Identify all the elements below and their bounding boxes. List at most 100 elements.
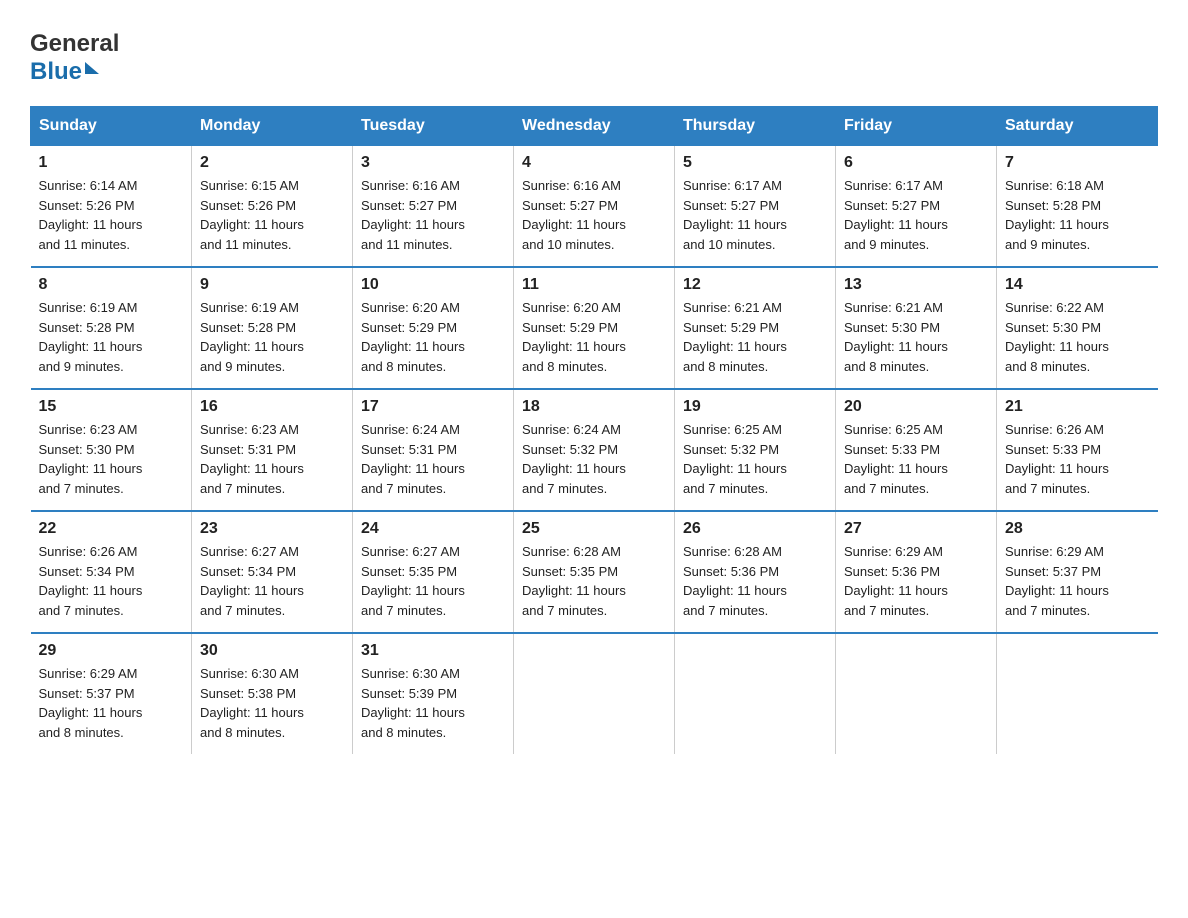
day-number: 9 xyxy=(200,276,344,294)
day-info: Sunrise: 6:16 AM Sunset: 5:27 PM Dayligh… xyxy=(522,176,666,254)
calendar-cell: 17 Sunrise: 6:24 AM Sunset: 5:31 PM Dayl… xyxy=(353,389,514,511)
calendar-cell: 7 Sunrise: 6:18 AM Sunset: 5:28 PM Dayli… xyxy=(997,146,1158,268)
day-number: 20 xyxy=(844,398,988,416)
day-info: Sunrise: 6:16 AM Sunset: 5:27 PM Dayligh… xyxy=(361,176,505,254)
calendar-cell: 29 Sunrise: 6:29 AM Sunset: 5:37 PM Dayl… xyxy=(31,633,192,754)
day-info: Sunrise: 6:26 AM Sunset: 5:33 PM Dayligh… xyxy=(1005,420,1150,498)
day-number: 12 xyxy=(683,276,827,294)
day-info: Sunrise: 6:14 AM Sunset: 5:26 PM Dayligh… xyxy=(39,176,184,254)
calendar-cell: 14 Sunrise: 6:22 AM Sunset: 5:30 PM Dayl… xyxy=(997,267,1158,389)
calendar-cell: 11 Sunrise: 6:20 AM Sunset: 5:29 PM Dayl… xyxy=(514,267,675,389)
page-header: General Blue xyxy=(30,30,1158,86)
logo-general-text: General xyxy=(30,30,119,58)
calendar-cell xyxy=(836,633,997,754)
day-number: 24 xyxy=(361,520,505,538)
calendar-cell: 24 Sunrise: 6:27 AM Sunset: 5:35 PM Dayl… xyxy=(353,511,514,633)
day-number: 25 xyxy=(522,520,666,538)
day-info: Sunrise: 6:19 AM Sunset: 5:28 PM Dayligh… xyxy=(39,298,184,376)
day-number: 15 xyxy=(39,398,184,416)
day-info: Sunrise: 6:23 AM Sunset: 5:30 PM Dayligh… xyxy=(39,420,184,498)
calendar-cell xyxy=(675,633,836,754)
calendar-cell: 30 Sunrise: 6:30 AM Sunset: 5:38 PM Dayl… xyxy=(192,633,353,754)
day-number: 2 xyxy=(200,154,344,172)
day-info: Sunrise: 6:30 AM Sunset: 5:38 PM Dayligh… xyxy=(200,664,344,742)
day-info: Sunrise: 6:29 AM Sunset: 5:36 PM Dayligh… xyxy=(844,542,988,620)
day-info: Sunrise: 6:24 AM Sunset: 5:32 PM Dayligh… xyxy=(522,420,666,498)
calendar-table: Sunday Monday Tuesday Wednesday Thursday… xyxy=(30,106,1158,754)
day-info: Sunrise: 6:20 AM Sunset: 5:29 PM Dayligh… xyxy=(361,298,505,376)
day-number: 19 xyxy=(683,398,827,416)
calendar-cell: 8 Sunrise: 6:19 AM Sunset: 5:28 PM Dayli… xyxy=(31,267,192,389)
calendar-cell: 26 Sunrise: 6:28 AM Sunset: 5:36 PM Dayl… xyxy=(675,511,836,633)
calendar-cell: 9 Sunrise: 6:19 AM Sunset: 5:28 PM Dayli… xyxy=(192,267,353,389)
calendar-cell: 10 Sunrise: 6:20 AM Sunset: 5:29 PM Dayl… xyxy=(353,267,514,389)
col-thursday: Thursday xyxy=(675,107,836,146)
calendar-cell: 4 Sunrise: 6:16 AM Sunset: 5:27 PM Dayli… xyxy=(514,146,675,268)
calendar-cell: 22 Sunrise: 6:26 AM Sunset: 5:34 PM Dayl… xyxy=(31,511,192,633)
day-info: Sunrise: 6:25 AM Sunset: 5:33 PM Dayligh… xyxy=(844,420,988,498)
day-number: 11 xyxy=(522,276,666,294)
day-info: Sunrise: 6:22 AM Sunset: 5:30 PM Dayligh… xyxy=(1005,298,1150,376)
day-info: Sunrise: 6:28 AM Sunset: 5:36 PM Dayligh… xyxy=(683,542,827,620)
calendar-cell: 12 Sunrise: 6:21 AM Sunset: 5:29 PM Dayl… xyxy=(675,267,836,389)
calendar-cell xyxy=(997,633,1158,754)
calendar-cell: 28 Sunrise: 6:29 AM Sunset: 5:37 PM Dayl… xyxy=(997,511,1158,633)
calendar-cell: 16 Sunrise: 6:23 AM Sunset: 5:31 PM Dayl… xyxy=(192,389,353,511)
calendar-cell: 3 Sunrise: 6:16 AM Sunset: 5:27 PM Dayli… xyxy=(353,146,514,268)
day-number: 29 xyxy=(39,642,184,660)
calendar-week-row: 29 Sunrise: 6:29 AM Sunset: 5:37 PM Dayl… xyxy=(31,633,1158,754)
day-info: Sunrise: 6:25 AM Sunset: 5:32 PM Dayligh… xyxy=(683,420,827,498)
day-number: 27 xyxy=(844,520,988,538)
calendar-header-row: Sunday Monday Tuesday Wednesday Thursday… xyxy=(31,107,1158,146)
day-number: 8 xyxy=(39,276,184,294)
day-number: 4 xyxy=(522,154,666,172)
day-info: Sunrise: 6:15 AM Sunset: 5:26 PM Dayligh… xyxy=(200,176,344,254)
day-number: 17 xyxy=(361,398,505,416)
calendar-cell: 27 Sunrise: 6:29 AM Sunset: 5:36 PM Dayl… xyxy=(836,511,997,633)
col-friday: Friday xyxy=(836,107,997,146)
calendar-cell: 18 Sunrise: 6:24 AM Sunset: 5:32 PM Dayl… xyxy=(514,389,675,511)
day-info: Sunrise: 6:28 AM Sunset: 5:35 PM Dayligh… xyxy=(522,542,666,620)
day-number: 18 xyxy=(522,398,666,416)
day-number: 21 xyxy=(1005,398,1150,416)
calendar-week-row: 8 Sunrise: 6:19 AM Sunset: 5:28 PM Dayli… xyxy=(31,267,1158,389)
col-monday: Monday xyxy=(192,107,353,146)
day-info: Sunrise: 6:19 AM Sunset: 5:28 PM Dayligh… xyxy=(200,298,344,376)
calendar-cell: 13 Sunrise: 6:21 AM Sunset: 5:30 PM Dayl… xyxy=(836,267,997,389)
col-saturday: Saturday xyxy=(997,107,1158,146)
calendar-cell: 31 Sunrise: 6:30 AM Sunset: 5:39 PM Dayl… xyxy=(353,633,514,754)
day-number: 30 xyxy=(200,642,344,660)
calendar-cell: 1 Sunrise: 6:14 AM Sunset: 5:26 PM Dayli… xyxy=(31,146,192,268)
day-info: Sunrise: 6:30 AM Sunset: 5:39 PM Dayligh… xyxy=(361,664,505,742)
logo: General Blue xyxy=(30,30,119,86)
day-number: 13 xyxy=(844,276,988,294)
col-wednesday: Wednesday xyxy=(514,107,675,146)
day-info: Sunrise: 6:29 AM Sunset: 5:37 PM Dayligh… xyxy=(1005,542,1150,620)
day-info: Sunrise: 6:18 AM Sunset: 5:28 PM Dayligh… xyxy=(1005,176,1150,254)
day-number: 1 xyxy=(39,154,184,172)
day-info: Sunrise: 6:27 AM Sunset: 5:34 PM Dayligh… xyxy=(200,542,344,620)
day-info: Sunrise: 6:17 AM Sunset: 5:27 PM Dayligh… xyxy=(844,176,988,254)
day-number: 3 xyxy=(361,154,505,172)
col-tuesday: Tuesday xyxy=(353,107,514,146)
calendar-cell: 19 Sunrise: 6:25 AM Sunset: 5:32 PM Dayl… xyxy=(675,389,836,511)
col-sunday: Sunday xyxy=(31,107,192,146)
calendar-cell: 5 Sunrise: 6:17 AM Sunset: 5:27 PM Dayli… xyxy=(675,146,836,268)
calendar-cell: 23 Sunrise: 6:27 AM Sunset: 5:34 PM Dayl… xyxy=(192,511,353,633)
day-info: Sunrise: 6:26 AM Sunset: 5:34 PM Dayligh… xyxy=(39,542,184,620)
calendar-week-row: 22 Sunrise: 6:26 AM Sunset: 5:34 PM Dayl… xyxy=(31,511,1158,633)
day-number: 23 xyxy=(200,520,344,538)
calendar-week-row: 15 Sunrise: 6:23 AM Sunset: 5:30 PM Dayl… xyxy=(31,389,1158,511)
calendar-cell: 6 Sunrise: 6:17 AM Sunset: 5:27 PM Dayli… xyxy=(836,146,997,268)
day-number: 22 xyxy=(39,520,184,538)
day-info: Sunrise: 6:24 AM Sunset: 5:31 PM Dayligh… xyxy=(361,420,505,498)
day-number: 6 xyxy=(844,154,988,172)
logo-blue-text: Blue xyxy=(30,58,82,86)
day-info: Sunrise: 6:21 AM Sunset: 5:29 PM Dayligh… xyxy=(683,298,827,376)
calendar-cell: 25 Sunrise: 6:28 AM Sunset: 5:35 PM Dayl… xyxy=(514,511,675,633)
day-number: 14 xyxy=(1005,276,1150,294)
day-info: Sunrise: 6:29 AM Sunset: 5:37 PM Dayligh… xyxy=(39,664,184,742)
day-info: Sunrise: 6:23 AM Sunset: 5:31 PM Dayligh… xyxy=(200,420,344,498)
day-number: 7 xyxy=(1005,154,1150,172)
day-number: 5 xyxy=(683,154,827,172)
